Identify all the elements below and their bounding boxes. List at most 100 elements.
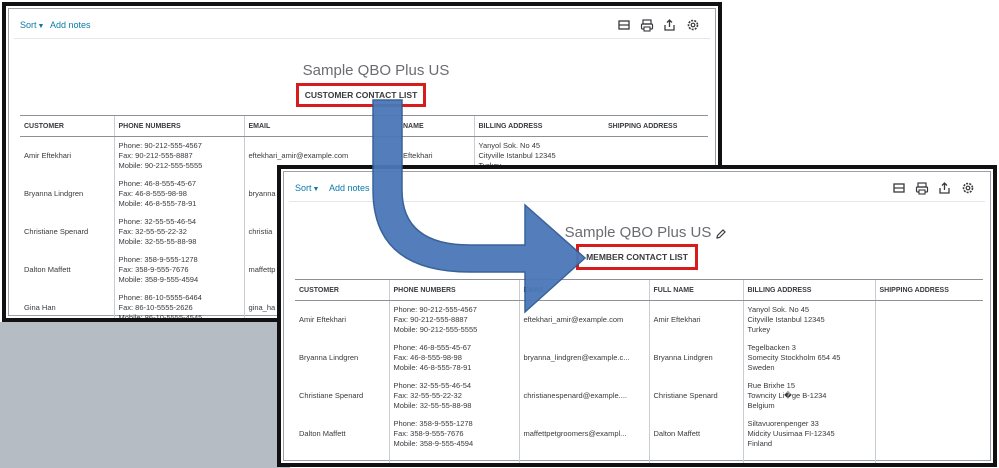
customer-cell: Christiane Spenard [20, 213, 114, 251]
billing-address-line: Tegelbacken 3 [747, 342, 796, 352]
email-line: christianespenard@example.... [523, 390, 628, 400]
table-row[interactable]: Christiane Spenard Phone: 32-55-55-46-54 F… [295, 376, 983, 415]
export-icon[interactable] [663, 18, 677, 32]
customer-line: Dalton Maffett [299, 428, 346, 438]
company-name: Sample QBO Plus US [564, 224, 712, 241]
email-line: bryanna_lindgren@example.c... [523, 352, 630, 362]
table-row[interactable]: Amir Eftekhari Phone: 90-212-555-4567 Fax:… [295, 300, 983, 339]
email-icon[interactable] [892, 181, 906, 195]
add-notes-link[interactable]: Add notes [329, 183, 370, 193]
name-line: Bryanna Lindgren [653, 352, 713, 362]
shipping-address-cell [874, 338, 983, 377]
billing-address-line: Rue Brixhe 15 [747, 380, 796, 390]
col-full-name[interactable]: FULL NAME [648, 279, 743, 301]
billing-address-cell: Siltavuorenpenger 33 Midcity Uusimaa FI-1… [742, 414, 875, 453]
name-cell: Bryanna Lindgren [648, 338, 743, 377]
billing-address-cell: Yanyol Sok. No 45 Cityville Istanbul 1234… [742, 300, 875, 339]
table-row[interactable]: Dalton Maffett Phone: 358-9-555-1278 Fax: … [295, 414, 983, 453]
col-shipping-address[interactable]: SHIPPING ADDRESS [874, 279, 983, 301]
billing-address-cell: Tegelbacken 3 Somecity Stockholm 654 45 Sw… [742, 338, 875, 377]
shipping-address-cell [874, 452, 983, 463]
phone-numbers-line: Mobile: 46-8-555-78-91 [393, 362, 472, 372]
settings-icon[interactable] [961, 181, 975, 195]
name-cell: Amir Eftekhari [648, 300, 743, 339]
phone-numbers-line: Phone: 90-212-555-4567 [118, 140, 202, 150]
report-title: CUSTOMER CONTACT LIST [296, 83, 426, 107]
billing-address-line: Turkey [747, 324, 771, 334]
background-gray-area [0, 322, 290, 468]
phone-numbers-cell: Phone: 46-8-555-45-67 Fax: 46-8-555-98-98… [113, 174, 244, 213]
phone-numbers-line: Phone: 358-9-555-1278 [118, 254, 198, 264]
phone-numbers-line: Fax: 32-55-55-22-32 [393, 390, 462, 400]
sort-label: Sort [295, 183, 312, 193]
settings-icon[interactable] [686, 18, 700, 32]
report-toolbar: Sort▼ Add notes [289, 177, 985, 202]
phone-numbers-line: Mobile: 358-9-555-4594 [118, 274, 199, 284]
col-shipping-address[interactable]: SHIPPING ADDRESS [604, 115, 708, 137]
name-cell: Dalton Maffett [648, 414, 743, 453]
name-line: Eftekhari [403, 150, 433, 160]
billing-address-line: Cityville Istanbul 12345 [747, 314, 825, 324]
phone-numbers-line: Mobile: 86-10-5555-4545 [118, 312, 203, 322]
phone-numbers-line: Fax: 32-55-55-22-32 [118, 226, 187, 236]
customer-cell: Amir Eftekhari [295, 301, 389, 339]
sort-label: Sort [20, 20, 37, 30]
phone-numbers-cell: Phone: 86-10-5555-6464 Fax: 86-10-5555-26… [113, 288, 244, 322]
member-contact-report-window: Sort▼ Add notes Sample QBO Plus US MEMBE… [277, 165, 997, 467]
sort-dropdown[interactable]: Sort▼ [295, 183, 319, 193]
phone-numbers-line: Mobile: 32-55-55-88-98 [393, 400, 472, 410]
customer-cell: Bryanna Lindgren [295, 339, 389, 377]
phone-numbers-line: Phone: 46-8-555-45-67 [118, 178, 197, 188]
phone-numbers-cell: Phone: 358-9-555-1278 Fax: 358-9-555-7676… [388, 414, 519, 453]
col-customer[interactable]: CUSTOMER [295, 279, 389, 301]
col-email[interactable]: EMAIL [243, 115, 399, 137]
phone-numbers-line: Fax: 46-8-555-98-98 [118, 188, 187, 198]
col-email[interactable]: EMAIL [518, 279, 649, 301]
customer-line: Gina Han [24, 302, 56, 312]
table-row[interactable]: Bryanna Lindgren Phone: 46-8-555-45-67 Fax… [295, 338, 983, 377]
name-cell [648, 452, 743, 463]
billing-address-line: Finland [747, 438, 773, 448]
table-header-row: CUSTOMER PHONE NUMBERS EMAIL NAME BILLIN… [20, 115, 708, 137]
phone-numbers-line: Fax: 358-9-555-7676 [393, 428, 464, 438]
phone-numbers-line: Phone: 32-55-55-46-54 [393, 380, 472, 390]
billing-address-line: Yanyol Sok. No 45 [478, 140, 541, 150]
col-billing-address[interactable]: BILLING ADDRESS [742, 279, 875, 301]
billing-address-line: Siltavuorenpenger 33 [747, 418, 819, 428]
shipping-address-cell [874, 414, 983, 453]
phone-numbers-cell: Phone: 46-8-555-45-67 Fax: 46-8-555-98-98… [388, 338, 519, 377]
col-phone-numbers[interactable]: PHONE NUMBERS [388, 279, 519, 301]
email-cell: bryanna_lindgren@example.c... [518, 338, 649, 377]
customer-cell: Bryanna Lindgren [20, 175, 114, 213]
caret-down-icon: ▼ [37, 23, 45, 30]
col-phone-numbers[interactable]: PHONE NUMBERS [113, 115, 244, 137]
company-name-row: Sample QBO Plus US [561, 224, 731, 241]
email-cell: christianespenard@example.... [518, 376, 649, 415]
phone-numbers-line: Fax: 90-212-555-8887 [393, 314, 468, 324]
export-icon[interactable] [938, 181, 952, 195]
customer-cell: Christiane Spenard [295, 377, 389, 415]
email-line: maffettpetgroomers@exampl... [523, 428, 627, 438]
caret-down-icon: ▼ [312, 186, 320, 193]
phone-numbers-line: Phone: 32-55-55-46-54 [118, 216, 197, 226]
phone-numbers-line: Fax: 358-9-555-7676 [118, 264, 189, 274]
company-name: Sample QBO Plus US [302, 62, 450, 79]
pencil-icon[interactable] [715, 227, 727, 239]
customer-line: Christiane Spenard [24, 226, 89, 236]
billing-address-line: Somecity Stockholm 654 45 [747, 352, 841, 362]
print-icon[interactable] [915, 181, 929, 195]
sort-dropdown[interactable]: Sort▼ [20, 20, 44, 30]
phone-numbers-line: Mobile: 358-9-555-4594 [393, 438, 474, 448]
table-row[interactable]: Phone: 86-10-5555-6464 98 Jiangtai Road [295, 452, 983, 464]
col-name[interactable]: NAME [399, 115, 474, 137]
customer-line: Dalton Maffett [24, 264, 71, 274]
add-notes-link[interactable]: Add notes [50, 20, 91, 30]
name-cell: Christiane Spenard [648, 376, 743, 415]
customer-cell [295, 453, 389, 464]
customer-line: Bryanna Lindgren [24, 188, 84, 198]
col-customer[interactable]: CUSTOMER [20, 115, 114, 137]
email-icon[interactable] [617, 18, 631, 32]
print-icon[interactable] [640, 18, 654, 32]
col-billing-address[interactable]: BILLING ADDRESS [473, 115, 604, 137]
report-title: MEMBER CONTACT LIST [576, 244, 698, 270]
